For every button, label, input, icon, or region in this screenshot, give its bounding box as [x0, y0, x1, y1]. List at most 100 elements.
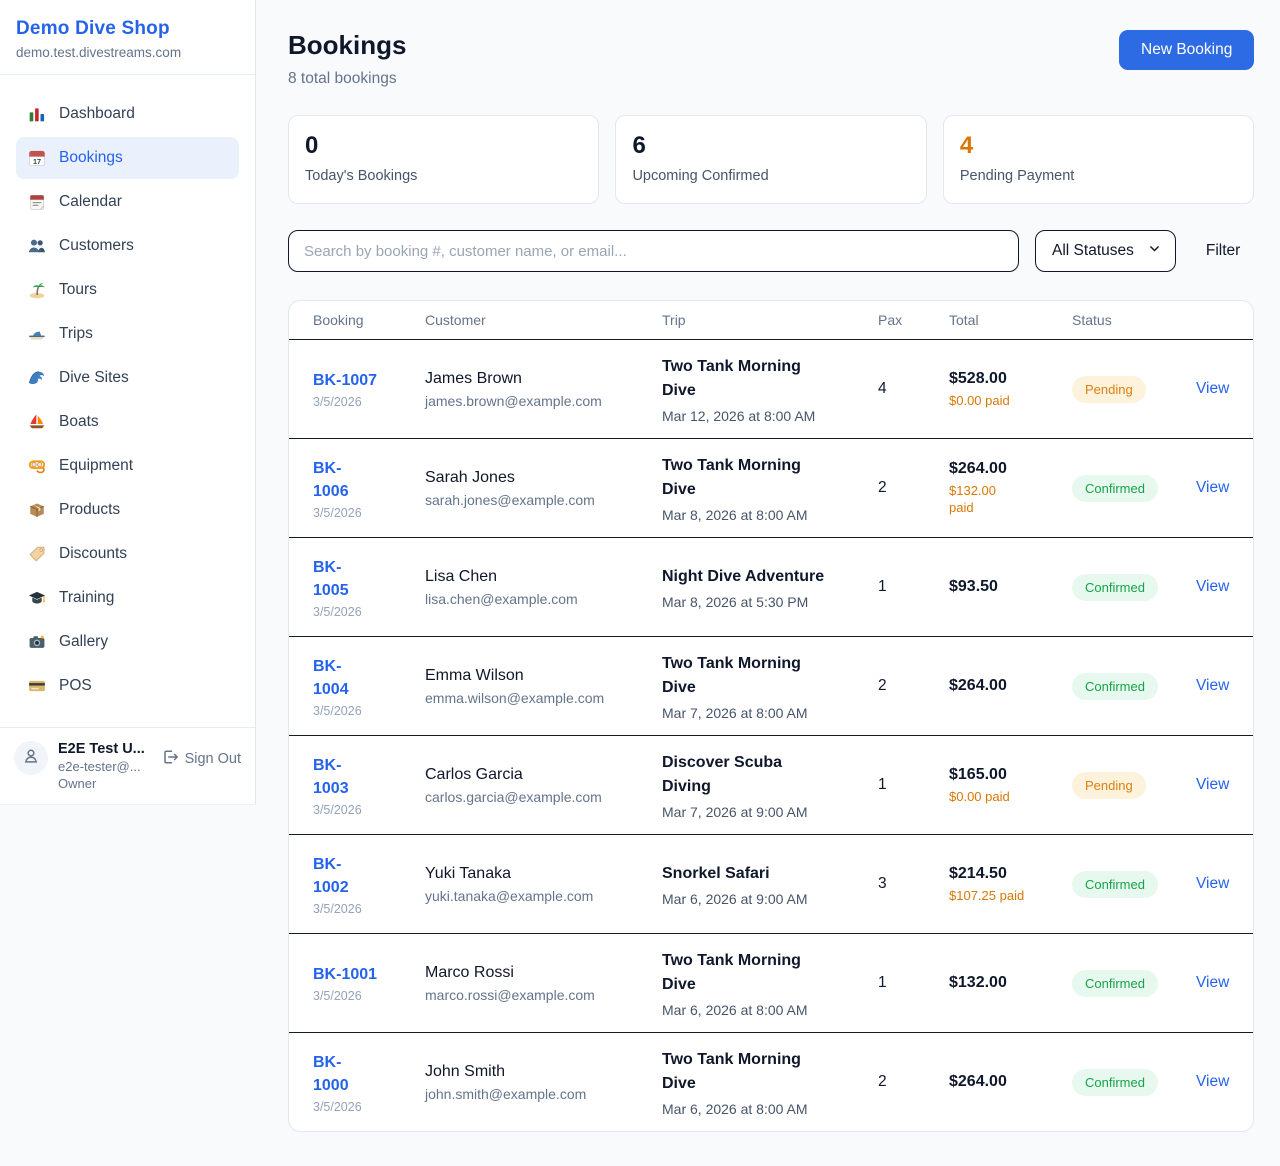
sidebar-item-products[interactable]: Products [16, 489, 239, 531]
package-icon [28, 501, 46, 519]
customer-name: James Brown [425, 370, 662, 388]
table-header: Booking Customer Trip Pax Total Status [289, 301, 1253, 339]
island-icon [28, 281, 46, 299]
page-title: Bookings [288, 30, 406, 61]
calendar-date-icon: 17 [28, 149, 46, 167]
table-row: BK- 1006 3/5/2026 Sarah Jones sarah.jone… [289, 438, 1253, 537]
column-header-total: Total [949, 312, 1072, 328]
total-amount: $214.50 [949, 865, 1072, 883]
booking-id-link[interactable]: BK-1001 [313, 963, 377, 986]
shop-brand[interactable]: Demo Dive Shop [16, 18, 239, 40]
booking-id-link[interactable]: BK-1007 [313, 369, 377, 392]
user-role: Owner [58, 776, 145, 791]
sidebar-item-gallery[interactable]: Gallery [16, 621, 239, 663]
booking-id-link[interactable]: BK- 1000 [313, 1051, 349, 1097]
sidebar-item-label: Products [59, 501, 120, 519]
sidebar-item-label: Bookings [59, 149, 123, 167]
sidebar-item-label: Tours [59, 281, 97, 299]
booking-id-link[interactable]: BK- 1003 [313, 754, 349, 800]
column-header-status: Status [1072, 312, 1196, 328]
booking-id-link[interactable]: BK- 1005 [313, 556, 349, 602]
paid-amount: $107.25 paid [949, 887, 1072, 905]
view-link[interactable]: View [1196, 677, 1229, 694]
sign-out-label: Sign Out [185, 751, 241, 767]
view-link[interactable]: View [1196, 875, 1229, 892]
calendar-icon [28, 193, 46, 211]
sidebar-item-bookings[interactable]: 17 Bookings [16, 137, 239, 179]
pax-count: 4 [878, 380, 949, 398]
column-header-booking: Booking [313, 312, 425, 328]
status-badge: Confirmed [1072, 871, 1158, 898]
stat-card-upcoming-confirmed: 6 Upcoming Confirmed [615, 115, 926, 204]
column-header-pax: Pax [878, 312, 949, 328]
stat-value: 0 [305, 133, 582, 159]
filter-row: All Statuses Filter [288, 230, 1254, 272]
sign-out-button[interactable]: Sign Out [162, 741, 241, 769]
user-meta: E2E Test U... e2e-tester@... Owner [58, 741, 145, 791]
users-icon [28, 237, 46, 255]
customer-name: Sarah Jones [425, 469, 662, 487]
sidebar-item-dashboard[interactable]: Dashboard [16, 93, 239, 135]
paid-amount: $0.00 paid [949, 788, 1072, 806]
status-filter-select[interactable]: All Statuses [1035, 230, 1176, 272]
booking-created-date: 3/5/2026 [313, 1100, 425, 1114]
sidebar-item-equipment[interactable]: Equipment [16, 445, 239, 487]
total-amount: $132.00 [949, 974, 1072, 992]
trip-datetime: Mar 6, 2026 at 9:00 AM [662, 891, 878, 907]
booking-id-link[interactable]: BK- 1006 [313, 457, 349, 503]
sidebar-item-training[interactable]: Training [16, 577, 239, 619]
column-header-trip: Trip [662, 312, 878, 328]
paid-amount: $0.00 paid [949, 392, 1072, 410]
sidebar-item-calendar[interactable]: Calendar [16, 181, 239, 223]
customer-name: John Smith [425, 1063, 662, 1081]
stats-row: 0 Today's Bookings 6 Upcoming Confirmed … [288, 115, 1254, 204]
view-link[interactable]: View [1196, 776, 1229, 793]
search-input[interactable] [288, 230, 1019, 272]
view-link[interactable]: View [1196, 380, 1229, 397]
chevron-down-icon [1148, 242, 1161, 260]
trip-name: Snorkel Safari [662, 862, 834, 886]
filter-button[interactable]: Filter [1192, 234, 1254, 268]
new-booking-button[interactable]: New Booking [1119, 30, 1254, 70]
table-row: BK-1001 3/5/2026 Marco Rossi marco.rossi… [289, 933, 1253, 1032]
sidebar-item-label: Customers [59, 237, 134, 255]
customer-name: Yuki Tanaka [425, 865, 662, 883]
customer-email: marco.rossi@example.com [425, 987, 662, 1003]
sidebar-item-discounts[interactable]: Discounts [16, 533, 239, 575]
credit-card-icon [28, 677, 46, 695]
paid-amount: $132.00 paid [949, 482, 1072, 517]
customer-email: sarah.jones@example.com [425, 492, 662, 508]
sidebar-item-tours[interactable]: Tours [16, 269, 239, 311]
booking-id-link[interactable]: BK- 1004 [313, 655, 349, 701]
status-badge: Pending [1072, 376, 1146, 403]
table-row: BK- 1000 3/5/2026 John Smith john.smith@… [289, 1032, 1253, 1131]
customer-email: lisa.chen@example.com [425, 591, 662, 607]
stat-label: Upcoming Confirmed [632, 168, 909, 184]
pax-count: 2 [878, 1073, 949, 1091]
sidebar-item-pos[interactable]: POS [16, 665, 239, 707]
view-link[interactable]: View [1196, 578, 1229, 595]
pax-count: 3 [878, 875, 949, 893]
sidebar-item-label: Gallery [59, 633, 108, 651]
sidebar-item-trips[interactable]: Trips [16, 313, 239, 355]
column-header-customer: Customer [425, 312, 662, 328]
sidebar-item-dive-sites[interactable]: Dive Sites [16, 357, 239, 399]
user-name: E2E Test U... [58, 741, 145, 757]
booking-id-link[interactable]: BK- 1002 [313, 853, 349, 899]
view-link[interactable]: View [1196, 1073, 1229, 1090]
customer-name: Lisa Chen [425, 568, 662, 586]
view-link[interactable]: View [1196, 479, 1229, 496]
sidebar-item-boats[interactable]: Boats [16, 401, 239, 443]
trip-datetime: Mar 8, 2026 at 8:00 AM [662, 507, 878, 523]
stat-value: 6 [632, 133, 909, 159]
view-link[interactable]: View [1196, 974, 1229, 991]
booking-created-date: 3/5/2026 [313, 902, 425, 916]
person-icon [22, 747, 40, 770]
stat-card-todays-bookings: 0 Today's Bookings [288, 115, 599, 204]
shop-domain: demo.test.divestreams.com [16, 45, 239, 60]
booking-created-date: 3/5/2026 [313, 704, 425, 718]
sidebar-item-label: Trips [59, 325, 93, 343]
sidebar-item-label: Boats [59, 413, 99, 431]
customer-email: james.brown@example.com [425, 393, 662, 409]
sidebar-item-customers[interactable]: Customers [16, 225, 239, 267]
